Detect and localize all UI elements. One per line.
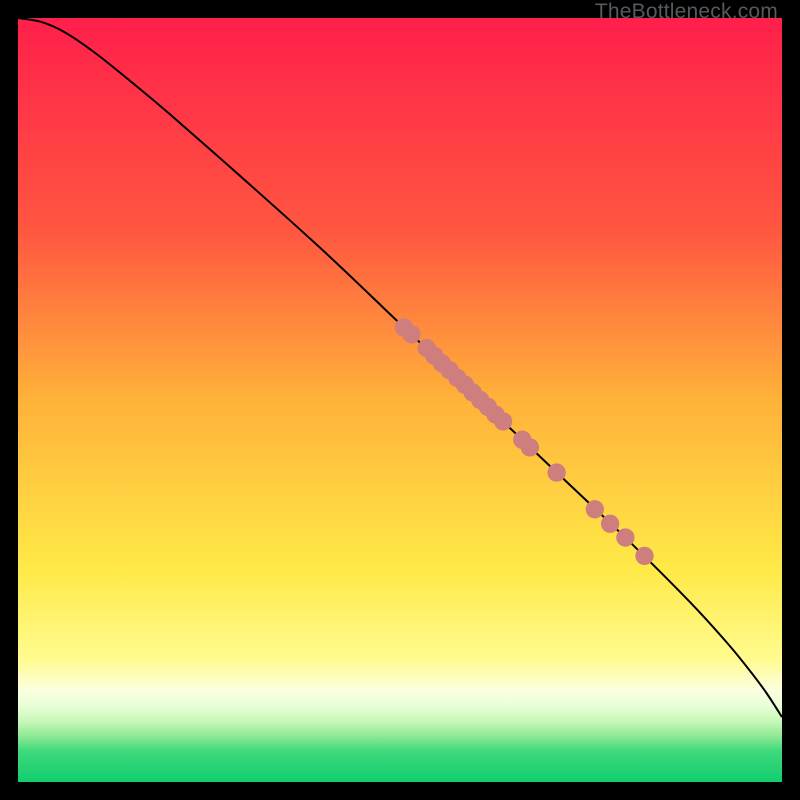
chart-svg <box>18 18 782 782</box>
data-marker <box>586 500 604 518</box>
data-marker <box>601 515 619 533</box>
chart-frame: TheBottleneck.com <box>0 0 800 800</box>
data-marker <box>547 463 565 481</box>
data-marker <box>402 325 420 343</box>
plot-area <box>18 18 782 782</box>
data-marker <box>521 438 539 456</box>
data-marker <box>494 412 512 430</box>
data-marker <box>616 528 634 546</box>
data-marker <box>635 547 653 565</box>
gradient-background <box>18 18 782 782</box>
